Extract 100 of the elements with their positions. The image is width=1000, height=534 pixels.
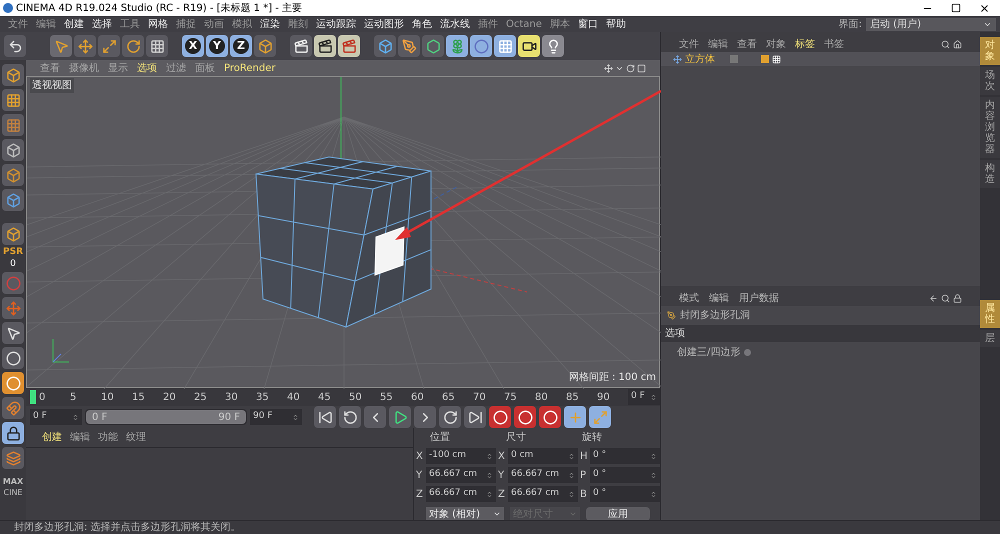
grid-plane-icon-button[interactable] [2,114,24,136]
undo-button[interactable] [4,35,26,57]
menu-item[interactable]: 工具 [116,16,144,32]
menu-item[interactable]: 动画 [200,16,228,32]
search-icon[interactable] [941,40,950,48]
menu-item[interactable]: 窗口 [574,16,602,32]
viewport-menu-item[interactable]: 面板 [195,60,215,76]
stepper-icon[interactable] [650,472,657,478]
object-menu-item[interactable]: 对象 [766,36,786,52]
layout-dropdown[interactable]: 启动 (用户) [866,18,996,30]
coordinate-field[interactable]: 0 ° [590,486,660,502]
menu-item[interactable]: 创建 [60,16,88,32]
object-row[interactable]: 立方体 [661,52,980,66]
section-header[interactable]: 选项 [661,325,980,342]
menu-item[interactable]: 帮助 [602,16,630,32]
checker-tag-icon[interactable] [772,54,781,64]
search-icon[interactable] [941,294,950,302]
stepper-icon[interactable] [292,414,299,420]
maximize-view-icon[interactable] [637,64,646,72]
menu-item[interactable]: 选择 [88,16,116,32]
timeline-ruler[interactable]: 0 5 10 15 20 25 30 35 40 45 50 55 60 65 70 75 80 85 90 [26,388,628,406]
flower-button[interactable] [446,35,468,57]
coordinate-field[interactable]: 0 ° [590,467,660,483]
material-menu-item[interactable]: 编辑 [70,430,90,445]
coordinate-field[interactable]: 66.667 cm [426,486,496,502]
lock-icon[interactable] [953,294,962,302]
orbit-icon[interactable] [626,64,635,72]
move-tool-button[interactable] [74,35,96,57]
rotate-tool-button[interactable] [122,35,144,57]
axis-button[interactable]: Z [230,35,252,57]
menu-item[interactable]: 模拟 [228,16,256,32]
menu-item[interactable]: 脚本 [546,16,574,32]
back-arrow-icon[interactable] [929,294,938,302]
option-checkbox[interactable] [744,349,752,356]
plane-button[interactable] [146,35,168,57]
menu-item[interactable]: 插件 [474,16,502,32]
maximize-icon[interactable] [951,2,961,12]
previous-frame-button[interactable] [364,406,386,428]
render-picture-button[interactable] [314,35,336,57]
current-frame-field[interactable]: 0 F [628,389,660,405]
viewport[interactable]: 透视视图 网格间距 : 100 cm [26,76,660,388]
light-button[interactable] [542,35,564,57]
object-menu-item[interactable]: 编辑 [708,36,728,52]
side-tab[interactable]: 场次 [980,67,1000,95]
menu-item[interactable]: 雕刻 [284,16,312,32]
viewport-menu-item[interactable]: ProRender [224,60,276,76]
play-button[interactable] [389,406,411,428]
home-icon[interactable] [953,40,962,48]
select-tool-button[interactable] [50,35,72,57]
stepper-icon[interactable] [486,452,493,460]
material-menu-item[interactable]: 纹理 [126,430,146,445]
menu-item[interactable]: 编辑 [32,16,60,32]
cube-button[interactable] [374,35,396,57]
hexagon-button[interactable] [422,35,444,57]
close-icon[interactable] [979,2,990,14]
side-tab[interactable]: 构造 [980,160,1000,188]
coordinate-field[interactable]: 66.667 cm [508,486,578,502]
checker-cube-icon-button[interactable] [2,89,24,111]
stepper-icon[interactable] [568,490,575,498]
go-to-start-button[interactable] [314,406,336,428]
magnet-button[interactable] [2,397,24,419]
pan-icon[interactable] [604,64,613,72]
axis-button[interactable]: Y [206,35,228,57]
side-tab[interactable]: 层 [980,330,1000,347]
stepper-icon[interactable] [568,472,575,478]
render-view-button[interactable] [290,35,312,57]
end-frame-field[interactable]: 90 F [250,409,302,425]
start-frame-field[interactable]: 0 F [30,409,82,425]
menu-item[interactable]: 捕捉 [172,16,200,32]
axis-button[interactable]: X [182,35,204,57]
viewport-menu-item[interactable]: 选项 [137,60,157,76]
menu-item[interactable]: 运动跟踪 [312,16,360,32]
side-tab[interactable]: 内容浏览器 [980,97,1000,158]
attributes-menu-item[interactable]: 编辑 [709,290,729,306]
coordinate-field[interactable]: 66.667 cm [508,467,578,483]
menu-item[interactable]: Octane [502,16,546,32]
stepper-icon[interactable] [72,414,79,420]
menu-item[interactable]: 运动图形 [360,16,408,32]
stepper-icon[interactable] [486,472,493,478]
solid-cube-icon-button[interactable] [2,164,24,186]
camera-button[interactable] [518,35,540,57]
stepper-icon[interactable] [650,394,657,400]
material-menu-item[interactable]: 创建 [42,430,62,445]
render-settings-button[interactable] [338,35,360,57]
coordinate-mode-dropdown[interactable]: 对象 (相对) [426,507,504,521]
menu-item[interactable]: 文件 [4,16,32,32]
menu-item[interactable]: 网格 [144,16,172,32]
scale-key-button[interactable] [589,406,611,428]
coordinate-field[interactable]: -100 cm [426,448,496,464]
coordinate-field[interactable]: 66.667 cm [426,467,496,483]
menu-item[interactable]: 角色 [408,16,436,32]
scale-tool-button[interactable] [98,35,120,57]
coordinate-field[interactable]: 0 cm [508,448,578,464]
apply-button[interactable]: 应用 [586,507,650,521]
object-menu-item[interactable]: 查看 [737,36,757,52]
wire-cube-icon-button[interactable] [2,139,24,161]
object-menu-item[interactable]: 书签 [824,36,844,52]
stepper-icon[interactable] [568,452,575,460]
stepper-icon[interactable] [650,490,657,498]
coordinate-field[interactable]: 0 ° [590,448,660,464]
